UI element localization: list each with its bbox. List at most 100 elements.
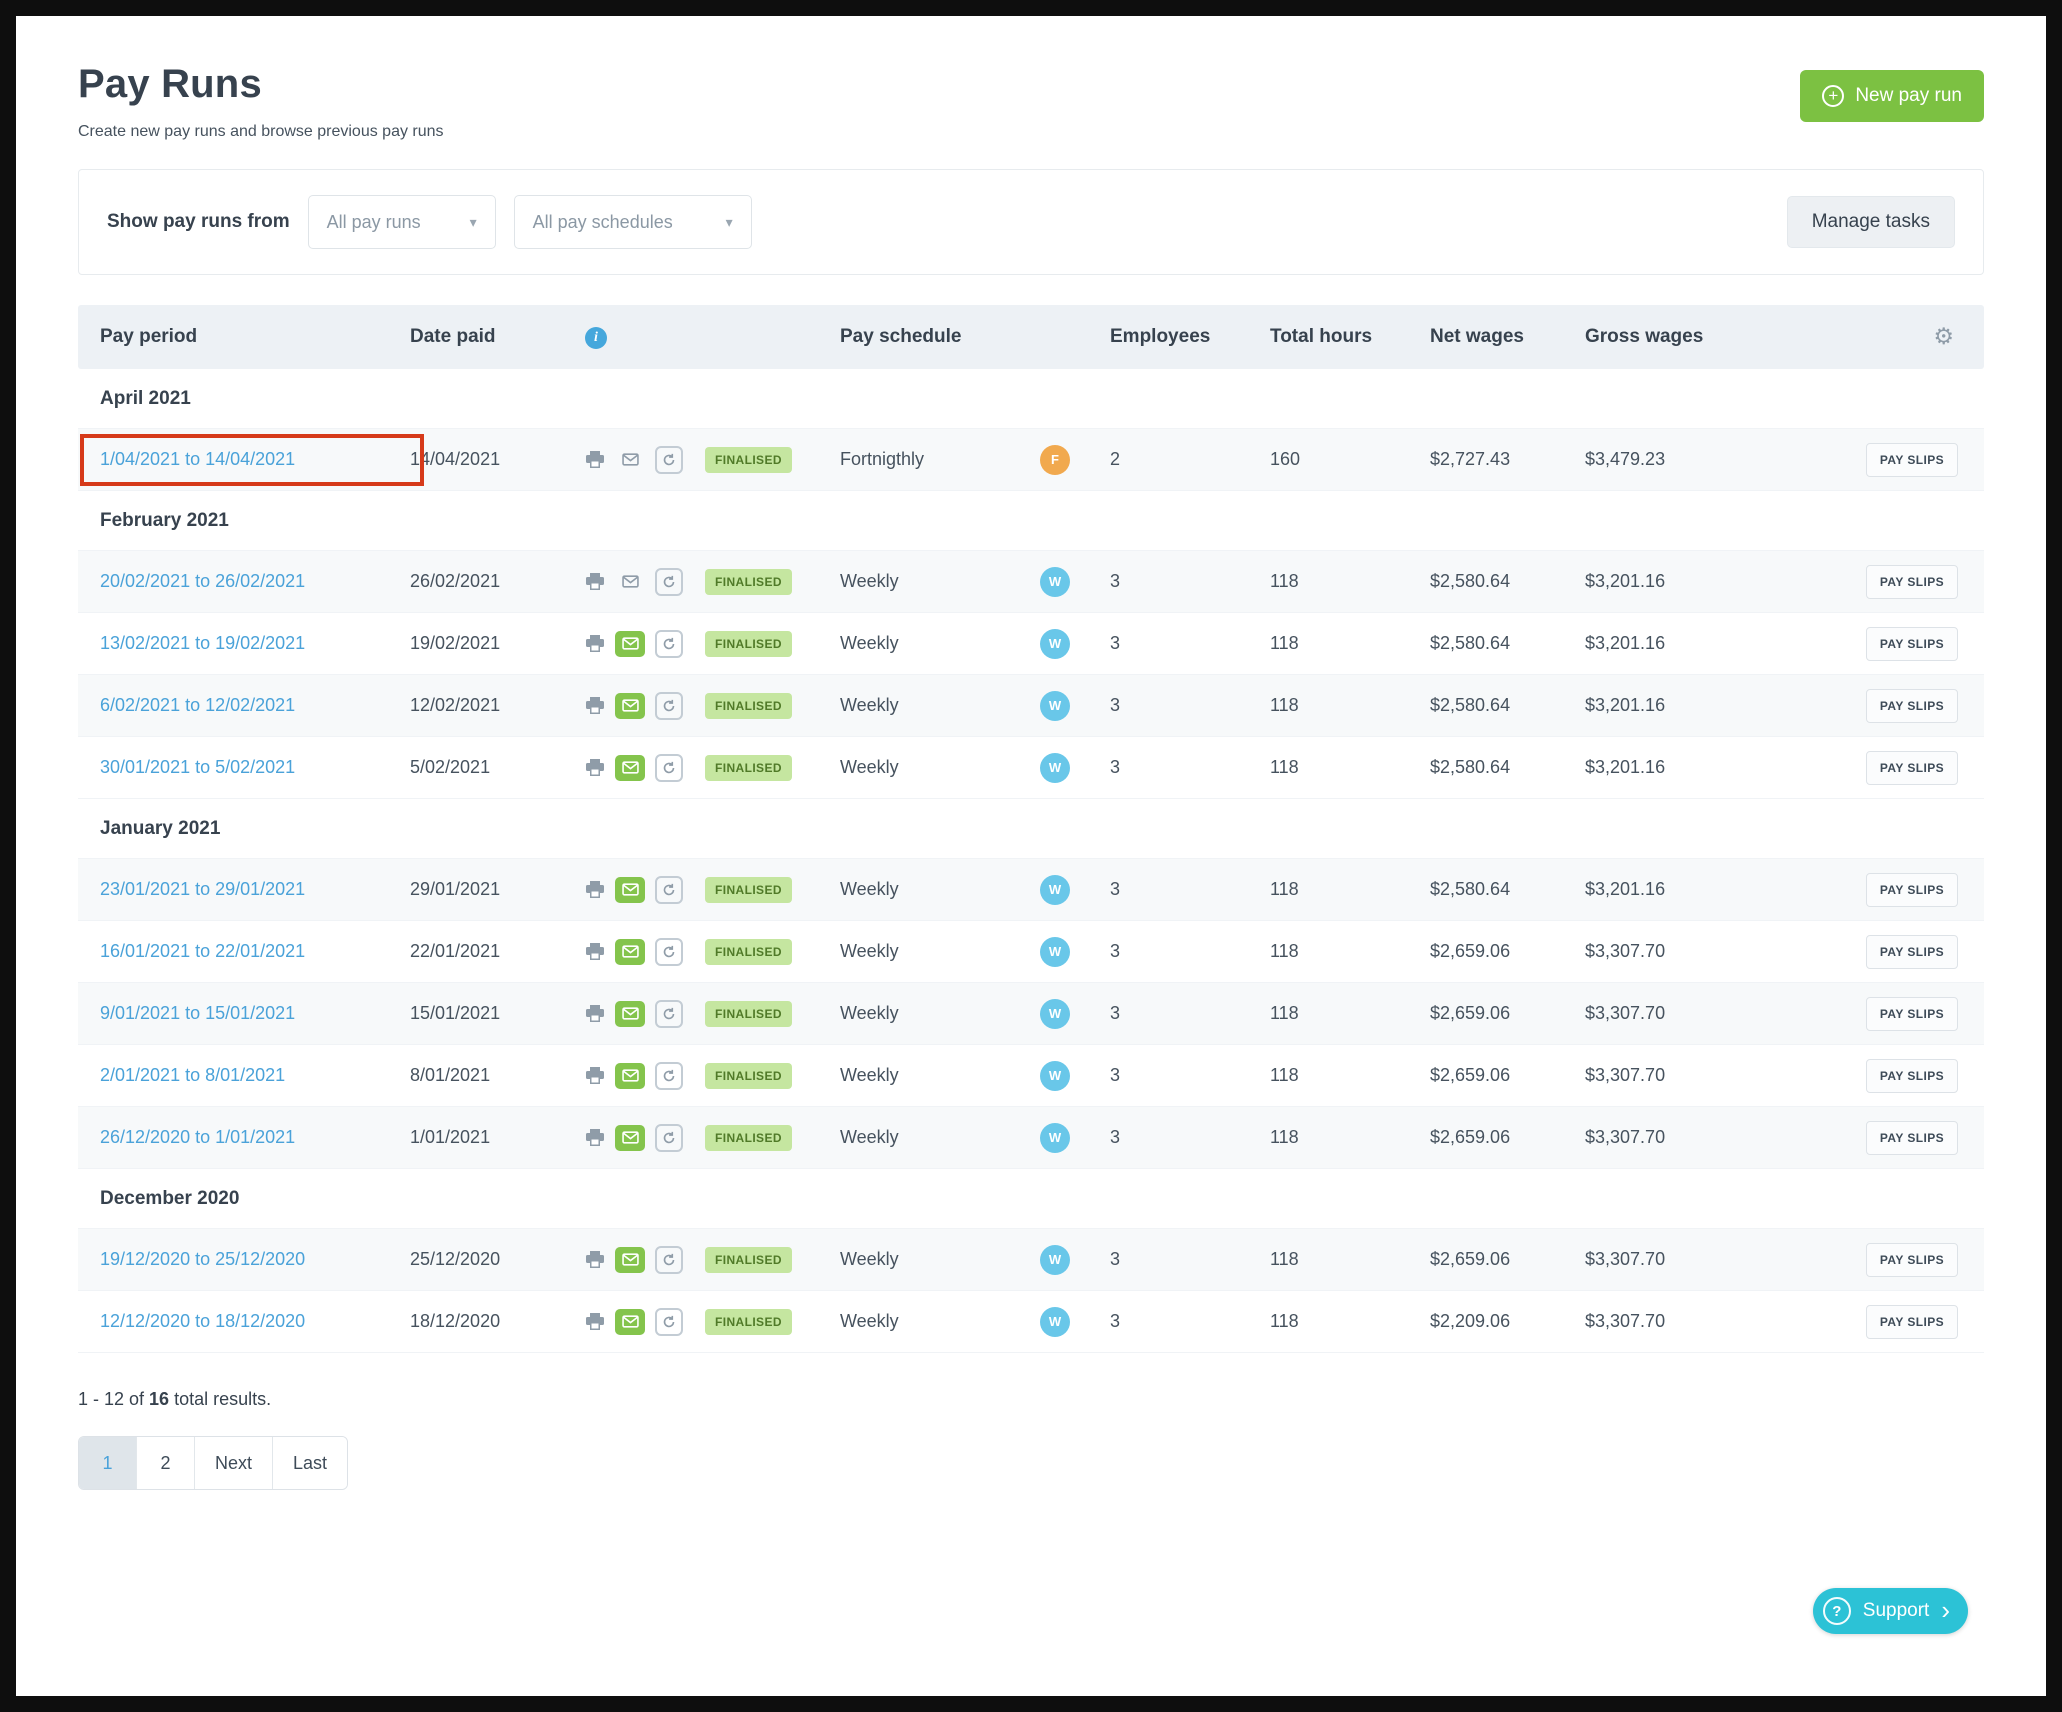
print-icon[interactable] — [585, 942, 605, 961]
email-icon[interactable] — [615, 1309, 645, 1335]
print-icon[interactable] — [585, 1250, 605, 1269]
status-cell: FINALISED — [683, 447, 818, 473]
refresh-icon[interactable] — [655, 938, 683, 966]
gear-icon[interactable]: ⚙ — [1933, 324, 1954, 350]
refresh-icon[interactable] — [655, 876, 683, 904]
date-paid: 29/01/2021 — [388, 879, 563, 900]
table-row: 30/01/2021 to 5/02/2021 5/02/2021 FINALI… — [78, 737, 1984, 799]
print-icon[interactable] — [585, 1004, 605, 1023]
pay-period-cell: 30/01/2021 to 5/02/2021 — [78, 757, 388, 778]
info-icon[interactable]: i — [585, 327, 607, 349]
pay-period-link[interactable]: 6/02/2021 to 12/02/2021 — [100, 695, 295, 715]
email-icon[interactable] — [615, 939, 645, 965]
pay-slips-button[interactable]: PAY SLIPS — [1866, 873, 1958, 907]
pay-period-link[interactable]: 12/12/2020 to 18/12/2020 — [100, 1311, 305, 1331]
pay-slips-button[interactable]: PAY SLIPS — [1866, 689, 1958, 723]
email-icon[interactable] — [615, 1001, 645, 1027]
pay-period-link[interactable]: 9/01/2021 to 15/01/2021 — [100, 1003, 295, 1023]
print-icon[interactable] — [585, 758, 605, 777]
refresh-icon[interactable] — [655, 1246, 683, 1274]
pay-period-link[interactable]: 23/01/2021 to 29/01/2021 — [100, 879, 305, 899]
status-badge: FINALISED — [705, 447, 792, 473]
net-wages: $2,580.64 — [1408, 879, 1563, 900]
refresh-icon[interactable] — [655, 568, 683, 596]
pay-period-link[interactable]: 2/01/2021 to 8/01/2021 — [100, 1065, 285, 1085]
pay-slips-button[interactable]: PAY SLIPS — [1866, 1305, 1958, 1339]
refresh-icon[interactable] — [655, 1000, 683, 1028]
pay-slips-button[interactable]: PAY SLIPS — [1866, 935, 1958, 969]
table-row: 16/01/2021 to 22/01/2021 22/01/2021 FINA… — [78, 921, 1984, 983]
email-icon[interactable] — [615, 447, 645, 473]
pay-slips-button[interactable]: PAY SLIPS — [1866, 565, 1958, 599]
pay-slips-button[interactable]: PAY SLIPS — [1866, 1243, 1958, 1277]
payslips-cell: PAY SLIPS — [1753, 1305, 1984, 1339]
refresh-icon[interactable] — [655, 692, 683, 720]
pay-slips-button[interactable]: PAY SLIPS — [1866, 751, 1958, 785]
net-wages: $2,580.64 — [1408, 695, 1563, 716]
pay-slips-button[interactable]: PAY SLIPS — [1866, 997, 1958, 1031]
row-icons — [563, 1124, 683, 1152]
net-wages: $2,209.06 — [1408, 1311, 1563, 1332]
refresh-icon[interactable] — [655, 1124, 683, 1152]
support-button[interactable]: ? Support › — [1813, 1588, 1968, 1634]
schedule-badge: W — [1040, 1123, 1070, 1153]
pay-runs-select[interactable]: All pay runs ▾ — [308, 195, 496, 249]
pay-slips-button[interactable]: PAY SLIPS — [1866, 443, 1958, 477]
gross-wages: $3,307.70 — [1563, 1249, 1753, 1270]
pagination-button-2[interactable]: 2 — [137, 1437, 195, 1489]
pay-period-link[interactable]: 19/12/2020 to 25/12/2020 — [100, 1249, 305, 1269]
payslips-cell: PAY SLIPS — [1753, 443, 1984, 477]
email-icon[interactable] — [615, 755, 645, 781]
status-badge: FINALISED — [705, 755, 792, 781]
pay-slips-button[interactable]: PAY SLIPS — [1866, 1059, 1958, 1093]
email-icon[interactable] — [615, 631, 645, 657]
email-icon[interactable] — [615, 1063, 645, 1089]
pagination-button-last[interactable]: Last — [273, 1437, 347, 1489]
pagination-button-next[interactable]: Next — [195, 1437, 273, 1489]
print-icon[interactable] — [585, 1066, 605, 1085]
results-suffix: total results. — [169, 1389, 271, 1409]
status-cell: FINALISED — [683, 1063, 818, 1089]
email-icon[interactable] — [615, 1247, 645, 1273]
pay-slips-button[interactable]: PAY SLIPS — [1866, 627, 1958, 661]
refresh-icon[interactable] — [655, 630, 683, 658]
pay-period-cell: 23/01/2021 to 29/01/2021 — [78, 879, 388, 900]
email-icon[interactable] — [615, 877, 645, 903]
pay-schedule: Fortnigthly — [818, 449, 1018, 470]
refresh-icon[interactable] — [655, 1308, 683, 1336]
manage-tasks-button[interactable]: Manage tasks — [1787, 196, 1955, 248]
pay-period-link[interactable]: 16/01/2021 to 22/01/2021 — [100, 941, 305, 961]
print-icon[interactable] — [585, 450, 605, 469]
new-pay-run-button[interactable]: + New pay run — [1800, 70, 1984, 122]
print-icon[interactable] — [585, 696, 605, 715]
status-badge: FINALISED — [705, 1247, 792, 1273]
status-cell: FINALISED — [683, 569, 818, 595]
email-icon[interactable] — [615, 569, 645, 595]
status-cell: FINALISED — [683, 1125, 818, 1151]
pay-period-link[interactable]: 20/02/2021 to 26/02/2021 — [100, 571, 305, 591]
row-icons — [563, 1246, 683, 1274]
refresh-icon[interactable] — [655, 446, 683, 474]
pay-period-link[interactable]: 30/01/2021 to 5/02/2021 — [100, 757, 295, 777]
print-icon[interactable] — [585, 634, 605, 653]
total-hours: 118 — [1248, 1127, 1408, 1148]
email-icon[interactable] — [615, 1125, 645, 1151]
pay-period-link[interactable]: 26/12/2020 to 1/01/2021 — [100, 1127, 295, 1147]
schedule-badge-cell: W — [1018, 629, 1088, 659]
status-cell: FINALISED — [683, 631, 818, 657]
email-icon[interactable] — [615, 693, 645, 719]
pay-period-link[interactable]: 1/04/2021 to 14/04/2021 — [100, 449, 295, 469]
results-prefix: 1 - 12 of — [78, 1389, 149, 1409]
print-icon[interactable] — [585, 880, 605, 899]
pay-schedule: Weekly — [818, 633, 1018, 654]
print-icon[interactable] — [585, 1312, 605, 1331]
pagination-button-1[interactable]: 1 — [79, 1437, 137, 1489]
pay-schedules-select[interactable]: All pay schedules ▾ — [514, 195, 752, 249]
pay-slips-button[interactable]: PAY SLIPS — [1866, 1121, 1958, 1155]
print-icon[interactable] — [585, 572, 605, 591]
print-icon[interactable] — [585, 1128, 605, 1147]
pay-schedules-select-value: All pay schedules — [533, 212, 673, 233]
refresh-icon[interactable] — [655, 754, 683, 782]
refresh-icon[interactable] — [655, 1062, 683, 1090]
pay-period-link[interactable]: 13/02/2021 to 19/02/2021 — [100, 633, 305, 653]
